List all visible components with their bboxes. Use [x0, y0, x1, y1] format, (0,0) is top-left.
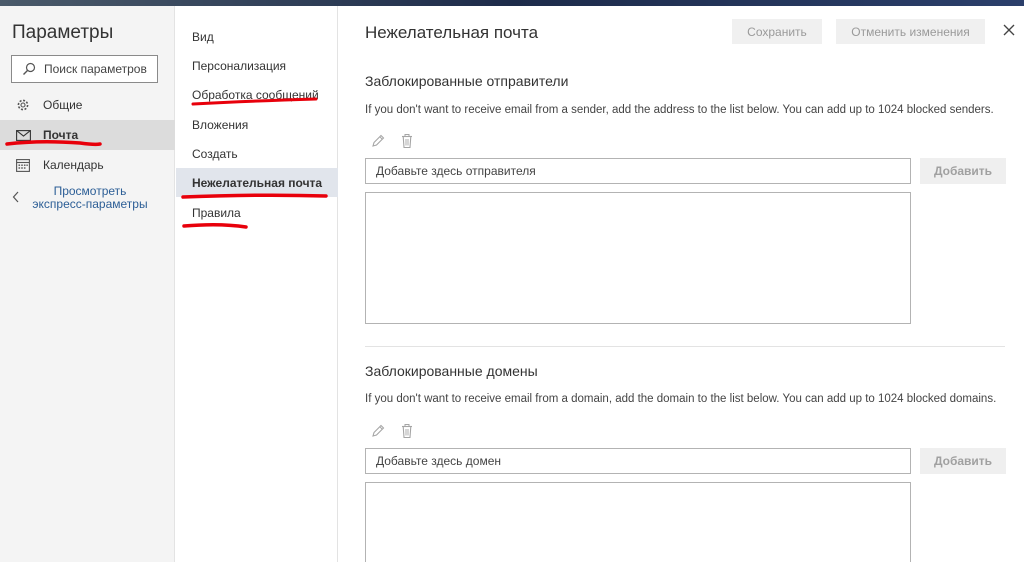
subnav-item-personalization[interactable]: Персонализация: [176, 51, 338, 80]
subnav-item-attachments[interactable]: Вложения: [176, 110, 338, 139]
nav-item-mail[interactable]: Почта: [0, 120, 175, 150]
blocked-senders-title: Заблокированные отправители: [365, 73, 569, 89]
add-blocked-domain-button[interactable]: Добавить: [920, 448, 1006, 474]
subnav-item-rules[interactable]: Правила: [176, 198, 338, 227]
discard-changes-button[interactable]: Отменить изменения: [836, 19, 985, 44]
quick-settings-link[interactable]: Просмотреть экспресс-параметры: [0, 184, 175, 214]
page-title: Нежелательная почта: [365, 23, 539, 42]
blocked-domains-title: Заблокированные домены: [365, 363, 538, 379]
mail-settings-subnav: Вид Персонализация Обработка сообщений В…: [176, 6, 338, 562]
gear-icon: [15, 97, 31, 113]
pencil-icon[interactable]: [370, 133, 386, 149]
pencil-icon[interactable]: [370, 423, 386, 439]
search-settings-input[interactable]: [44, 62, 154, 76]
blocked-senders-description: If you don't want to receive email from …: [365, 104, 994, 116]
subnav-item-junk-email[interactable]: Нежелательная почта: [176, 168, 338, 197]
settings-nav-pane: Параметры Общие Почта: [0, 6, 175, 562]
blocked-senders-list[interactable]: [365, 192, 911, 324]
blocked-domain-input[interactable]: [365, 448, 911, 474]
calendar-icon: [15, 157, 31, 173]
mail-icon: [15, 127, 31, 143]
nav-item-mail-label: Почта: [43, 128, 79, 142]
nav-item-calendar-label: Календарь: [43, 158, 104, 172]
nav-item-general[interactable]: Общие: [0, 90, 175, 120]
blocked-domains-list[interactable]: [365, 482, 911, 562]
search-icon: [23, 62, 36, 75]
chevron-left-icon: [12, 191, 19, 203]
add-blocked-sender-button[interactable]: Добавить: [920, 158, 1006, 184]
nav-item-general-label: Общие: [43, 98, 83, 112]
trash-icon[interactable]: [399, 423, 415, 439]
blocked-domains-description: If you don't want to receive email from …: [365, 393, 997, 405]
trash-icon[interactable]: [399, 133, 415, 149]
settings-title: Параметры: [12, 22, 114, 43]
search-settings-box[interactable]: [11, 55, 158, 83]
save-button[interactable]: Сохранить: [732, 19, 822, 44]
subnav-item-compose[interactable]: Создать: [176, 139, 338, 168]
close-icon[interactable]: [1002, 23, 1016, 37]
junk-email-settings-pane: Нежелательная почта Сохранить Отменить и…: [339, 6, 1024, 562]
quick-settings-label-line2: экспресс-параметры: [32, 197, 148, 211]
subnav-item-view[interactable]: Вид: [176, 22, 338, 51]
subnav-item-message-handling[interactable]: Обработка сообщений: [176, 80, 338, 109]
nav-item-calendar[interactable]: Календарь: [0, 150, 175, 180]
section-divider: [365, 346, 1005, 347]
blocked-sender-input[interactable]: [365, 158, 911, 184]
